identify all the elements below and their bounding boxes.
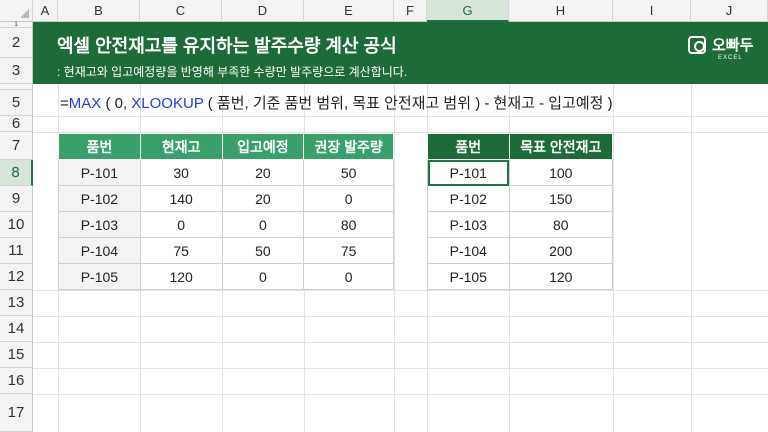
table-row: P-102 150 — [427, 185, 614, 212]
column-header-j[interactable]: J — [691, 0, 768, 22]
table-cell[interactable]: P-103 — [427, 211, 510, 238]
gridline — [33, 290, 768, 291]
row-header-11[interactable]: 11 — [0, 238, 33, 264]
table-row: P-103 0 0 80 — [58, 211, 394, 238]
table-row: P-103 80 — [427, 211, 614, 238]
row-header-5[interactable]: 5 — [0, 90, 33, 116]
row-header-9[interactable]: 9 — [0, 186, 33, 212]
column-header-g[interactable]: G — [427, 0, 509, 22]
table-cell[interactable]: 200 — [508, 237, 614, 264]
row-header-6[interactable]: 6 — [0, 115, 33, 132]
logo-name: 오빠두 — [712, 37, 754, 54]
header-current-stock[interactable]: 현재고 — [139, 133, 223, 160]
column-header-a[interactable]: A — [33, 0, 58, 22]
safety-stock-table: 품번 목표 안전재고 P-101 100 P-102 150 P-103 80 … — [427, 133, 614, 290]
row-header-16[interactable]: 16 — [0, 368, 33, 394]
table-cell[interactable]: P-101 — [58, 159, 141, 186]
column-header-e[interactable]: E — [304, 0, 394, 22]
table-header-row: 품번 목표 안전재고 — [427, 133, 614, 160]
column-header-c[interactable]: C — [140, 0, 222, 22]
table-cell[interactable]: P-104 — [427, 237, 510, 264]
row-header-12[interactable]: 12 — [0, 264, 33, 290]
formula-equals: = — [60, 95, 69, 112]
title-banner: 엑셀 안전재고를 유지하는 발주수량 계산 공식 : 현재고와 입고예정량을 반… — [33, 22, 768, 84]
row-header-17[interactable]: 17 — [0, 394, 33, 432]
table-cell[interactable]: 80 — [508, 211, 614, 238]
table-row: P-101 30 20 50 — [58, 159, 394, 186]
table-cell[interactable]: 0 — [221, 211, 305, 238]
table-row: P-105 120 — [427, 263, 614, 290]
table-cell[interactable]: 20 — [221, 159, 305, 186]
table-cell[interactable]: P-104 — [58, 237, 141, 264]
formula-function-max: MAX — [68, 95, 102, 112]
table-cell[interactable]: 0 — [303, 185, 394, 212]
banner-subtitle: : 현재고와 입고예정량을 반영해 부족한 수량만 발주량으로 계산합니다. — [57, 65, 408, 79]
formula-args-1: ( 0, — [101, 95, 132, 112]
gridline — [33, 368, 768, 369]
row-header-13[interactable]: 13 — [0, 290, 33, 316]
formula-text[interactable]: =MAX ( 0, XLOOKUP ( 품번, 기준 품번 범위, 목표 안전재… — [60, 92, 613, 113]
row-header-15[interactable]: 15 — [0, 342, 33, 368]
row-header-7[interactable]: 7 — [0, 132, 33, 160]
row-header-2[interactable]: 2 — [0, 28, 33, 58]
header-part-number[interactable]: 품번 — [427, 133, 510, 160]
table-row: P-104 75 50 75 — [58, 237, 394, 264]
table-cell[interactable]: 20 — [221, 185, 305, 212]
row-header-10[interactable]: 10 — [0, 212, 33, 238]
table-cell[interactable]: P-105 — [427, 263, 510, 290]
table-cell[interactable]: 50 — [221, 237, 305, 264]
logo-subtext: EXCEL — [718, 55, 743, 61]
table-cell[interactable]: P-102 — [427, 185, 510, 212]
table-cell[interactable]: P-103 — [58, 211, 141, 238]
gridline — [33, 342, 768, 343]
gridline — [33, 316, 768, 317]
table-row: P-104 200 — [427, 237, 614, 264]
header-target-safety-stock[interactable]: 목표 안전재고 — [508, 133, 614, 160]
table-cell[interactable]: 0 — [139, 211, 223, 238]
table-row: P-102 140 20 0 — [58, 185, 394, 212]
column-header-d[interactable]: D — [222, 0, 304, 22]
active-cell[interactable]: P-101 — [427, 159, 510, 186]
banner-title: 엑셀 안전재고를 유지하는 발주수량 계산 공식 — [57, 36, 397, 56]
header-recommended-order[interactable]: 권장 발주량 — [303, 133, 394, 160]
row-header-8[interactable]: 8 — [0, 160, 33, 186]
header-incoming[interactable]: 입고예정 — [221, 133, 305, 160]
spreadsheet-grid[interactable]: A B C D E F G H I J 1 2 3 5 6 7 8 9 10 1… — [0, 0, 768, 432]
table-cell[interactable]: 150 — [508, 185, 614, 212]
table-row: P-101 100 — [427, 159, 614, 186]
table-cell[interactable]: 140 — [139, 185, 223, 212]
table-cell[interactable]: 50 — [303, 159, 394, 186]
table-row: P-105 120 0 0 — [58, 263, 394, 290]
table-header-row: 품번 현재고 입고예정 권장 발주량 — [58, 133, 394, 160]
table-cell[interactable]: 100 — [508, 159, 614, 186]
table-cell[interactable]: 120 — [508, 263, 614, 290]
formula-args-2: ( 품번, 기준 품번 범위, 목표 안전재고 범위 ) - 현재고 - 입고예… — [203, 95, 613, 112]
column-header-i[interactable]: I — [613, 0, 691, 22]
table-cell[interactable]: P-102 — [58, 185, 141, 212]
row-header-14[interactable]: 14 — [0, 316, 33, 342]
table-cell[interactable]: 120 — [139, 263, 223, 290]
column-header-h[interactable]: H — [509, 0, 613, 22]
gridline — [33, 394, 768, 395]
row-header-3[interactable]: 3 — [0, 58, 33, 84]
table-cell[interactable]: P-105 — [58, 263, 141, 290]
table-cell[interactable]: 80 — [303, 211, 394, 238]
table-cell[interactable]: 75 — [303, 237, 394, 264]
logo-icon — [688, 36, 706, 54]
table-cell[interactable]: 0 — [303, 263, 394, 290]
column-header-b[interactable]: B — [58, 0, 140, 22]
inventory-table: 품번 현재고 입고예정 권장 발주량 P-101 30 20 50 P-102 … — [58, 133, 394, 290]
select-all-corner[interactable] — [0, 0, 33, 22]
brand-logo: 오빠두 EXCEL — [688, 33, 758, 73]
formula-function-xlookup: XLOOKUP — [131, 95, 204, 112]
header-part-number[interactable]: 품번 — [58, 133, 141, 160]
table-cell[interactable]: 0 — [221, 263, 305, 290]
column-header-f[interactable]: F — [394, 0, 427, 22]
gridline — [33, 116, 768, 117]
table-cell[interactable]: 75 — [139, 237, 223, 264]
table-cell[interactable]: 30 — [139, 159, 223, 186]
